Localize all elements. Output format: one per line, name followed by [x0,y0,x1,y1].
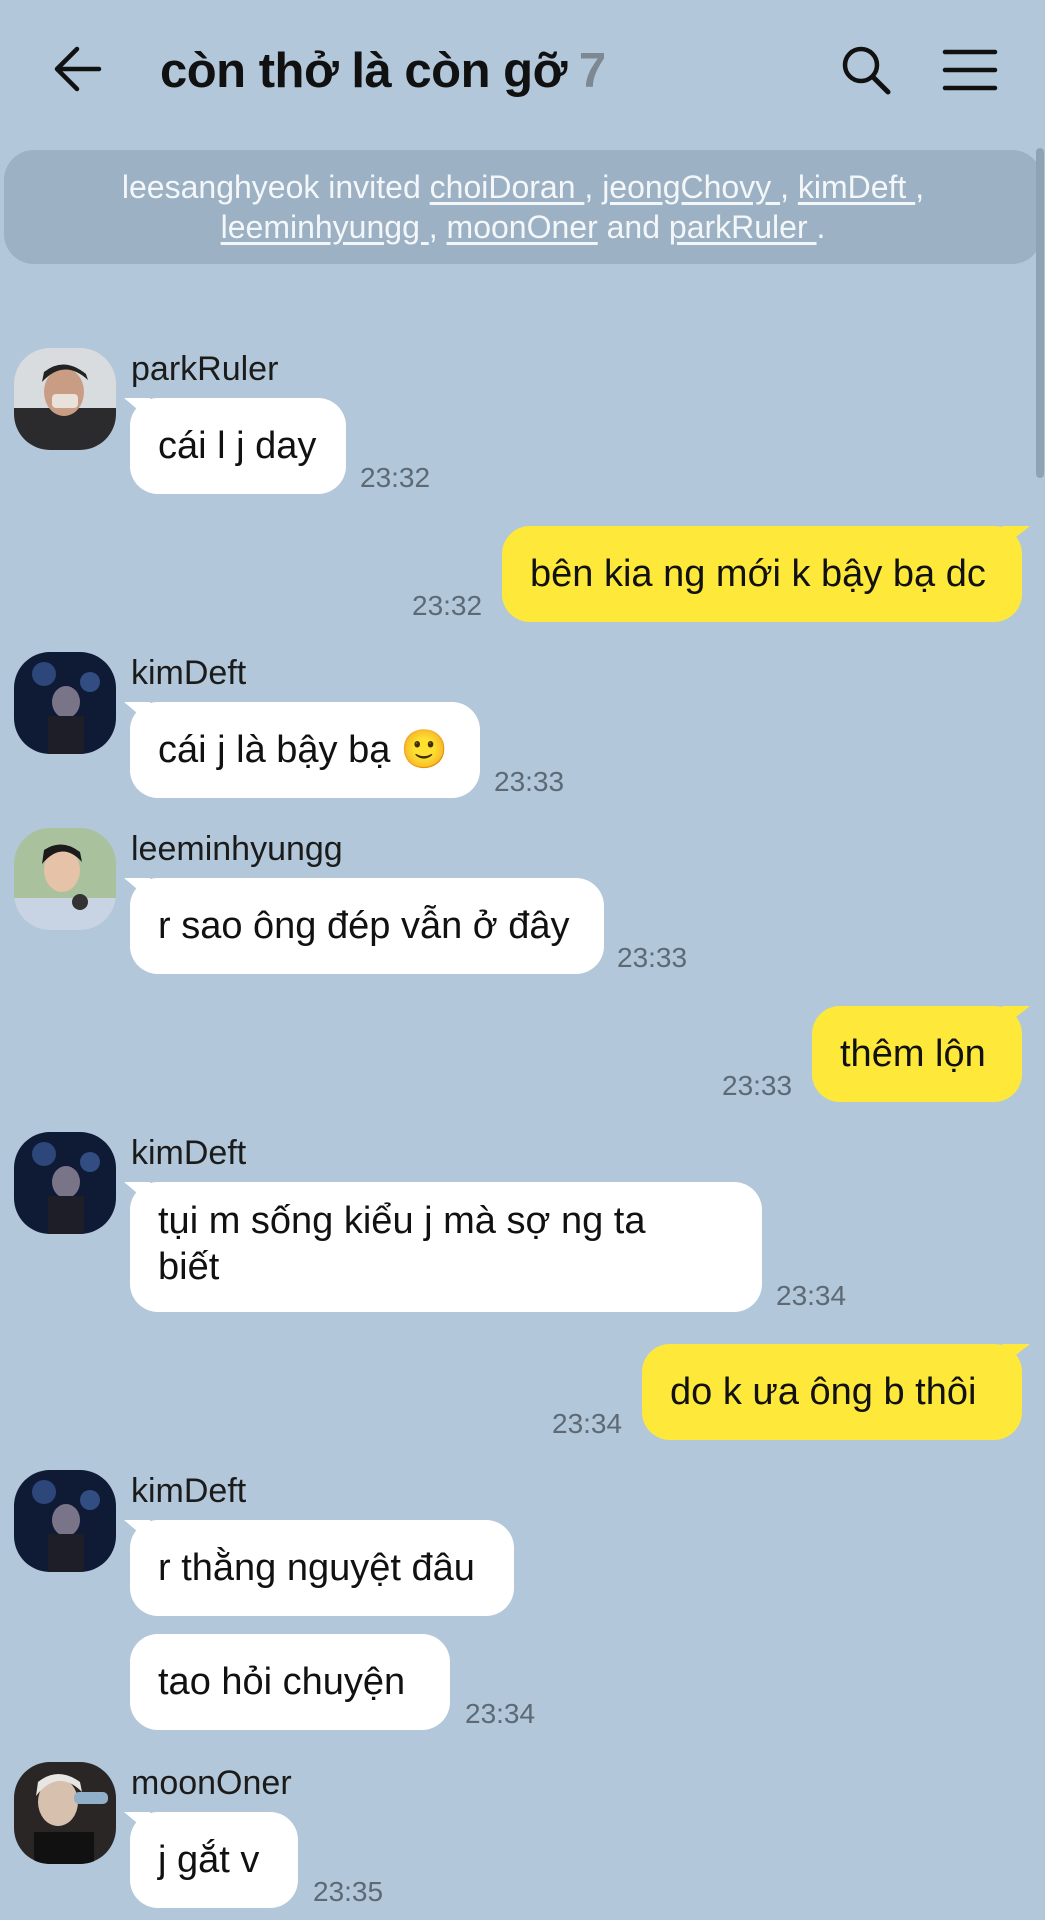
avatar[interactable] [14,828,116,930]
message-time: 23:34 [552,1408,623,1439]
chat-header: còn thở là còn gỡ 7 [0,0,1045,140]
avatar[interactable] [14,1132,116,1234]
menu-button[interactable] [940,42,1000,98]
my-message-bubble[interactable]: bên kia ng mới k bậy bạ dc [502,526,1030,622]
message-time: 23:34 [776,1280,847,1311]
sender-name: moonOner [131,1764,292,1802]
message-text-line: tụi m sống kiểu j mà sợ ng ta [158,1200,646,1242]
message-bubble[interactable]: tụi m sống kiểu j mà sợ ng ta biết [124,1182,762,1312]
chat-title: còn thở là còn gỡ [160,44,567,98]
message-bubble[interactable]: j gắt v [124,1812,298,1908]
hamburger-menu-icon [942,49,998,91]
search-button[interactable] [836,40,896,100]
invitee-link[interactable]: leeminhyungg [221,209,429,245]
message-bubble[interactable]: r sao ông đép vẫn ở đây [124,878,604,974]
avatar[interactable] [14,652,116,754]
search-icon [842,46,891,95]
notice-invited-word: invited [328,169,421,205]
back-button[interactable] [44,36,110,102]
message-time: 23:33 [617,942,688,973]
message-bubble[interactable]: r thằng nguyệt đâu [124,1520,514,1616]
sender-name: kimDeft [131,654,247,692]
message-time: 23:32 [412,590,483,621]
message-bubble[interactable]: cái j là bậy bạ 🙂 [124,702,480,798]
notice-line-1: leesanghyeok invited choiDoran , jeongCh… [121,169,925,205]
notice-line-2: leeminhyungg , moonOner and parkRuler . [220,209,826,245]
message-time: 23:33 [494,766,565,797]
sender-name: leeminhyungg [131,830,343,868]
invitee-link[interactable]: moonOner [447,209,598,245]
sender-name: parkRuler [131,350,279,388]
notice-and-word: and [606,209,660,245]
invitee-link[interactable]: jeongChovy [602,169,780,205]
message-time: 23:32 [360,462,431,493]
message-time: 23:33 [722,1070,793,1101]
message-time: 23:34 [465,1698,536,1729]
avatar[interactable] [14,1762,116,1864]
avatar[interactable] [14,1470,116,1572]
invitee-link[interactable]: choiDoran [430,169,585,205]
my-message-bubble[interactable]: thêm lộn [812,1006,1030,1102]
sender-name: kimDeft [131,1134,247,1172]
scrollbar[interactable] [1036,148,1044,478]
notice-inviter: leesanghyeok [121,169,320,205]
avatar[interactable] [14,348,116,450]
message-text-line: biết [158,1246,220,1288]
invitee-link[interactable]: parkRuler [669,209,817,245]
arrow-left-icon [54,46,102,92]
sender-name: kimDeft [131,1472,247,1510]
message-bubble[interactable]: tao hỏi chuyện [130,1634,450,1730]
member-count: 7 [578,44,607,98]
chat-screen: còn thở là còn gỡ 7 leesanghyeok invited… [0,0,1045,1920]
message-time: 23:35 [313,1876,384,1907]
chat-title-area[interactable]: còn thở là còn gỡ 7 [160,36,606,106]
invitee-link[interactable]: kimDeft [798,169,915,205]
invite-notice: leesanghyeok invited choiDoran , jeongCh… [4,150,1042,264]
message-bubble[interactable]: cái l j day [124,398,346,494]
my-message-bubble[interactable]: do k ưa ông b thôi [642,1344,1030,1440]
